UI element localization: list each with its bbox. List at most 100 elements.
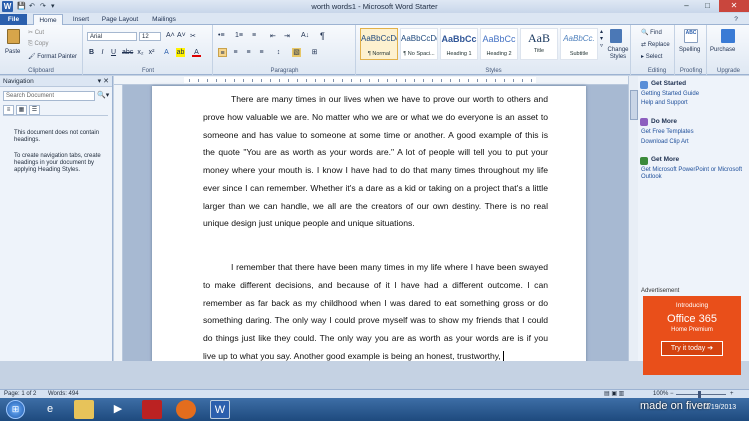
page-count[interactable]: Page: 1 of 2 <box>4 390 36 398</box>
clear-format-icon[interactable]: ✂ <box>190 32 196 40</box>
scrollbar-thumb[interactable] <box>630 90 638 120</box>
word-count[interactable]: Words: 494 <box>48 390 79 398</box>
paragraph-group-label: Paragraph <box>270 68 299 74</box>
clipboard-group-label: Clipboard <box>28 68 54 74</box>
vertical-scrollbar[interactable] <box>628 76 638 361</box>
style-subtitle[interactable]: AaBbCc. Subtitle <box>560 28 598 60</box>
find-button[interactable]: 🔍 Find <box>641 29 662 36</box>
subscript-button[interactable]: x₂ <box>136 48 145 57</box>
view-buttons-icon[interactable]: ▤ ▣ ▥ <box>604 390 624 398</box>
style-heading-1[interactable]: AaBbCc Heading 1 <box>440 28 478 60</box>
multilevel-list-icon[interactable]: ≡ <box>252 32 256 39</box>
font-color-icon[interactable]: A <box>192 48 201 57</box>
select-button[interactable]: ▸ Select <box>641 53 662 60</box>
clip-art-link[interactable]: Download Clip Art <box>641 139 747 146</box>
line-spacing-icon[interactable]: ↕ <box>274 48 283 57</box>
format-painter-button[interactable]: 🖌 Format Painter <box>28 53 77 60</box>
zoom-in-icon[interactable]: + <box>730 390 734 398</box>
document-page[interactable]: There are many times in our lives when w… <box>152 86 586 361</box>
shrink-font-icon[interactable]: A˅ <box>177 32 186 39</box>
numbering-icon[interactable]: 1≡ <box>235 32 243 39</box>
search-icon[interactable]: 🔍▾ <box>97 91 109 99</box>
style-heading-2[interactable]: AaBbCc Heading 2 <box>480 28 518 60</box>
replace-button[interactable]: ⇄ Replace <box>641 41 670 48</box>
close-button[interactable]: ✕ <box>719 0 749 12</box>
firefox-icon[interactable] <box>176 400 196 419</box>
superscript-button[interactable]: x² <box>147 48 156 57</box>
tab-insert[interactable]: Insert <box>67 14 95 25</box>
font-name-select[interactable]: Arial <box>87 32 137 41</box>
results-tab-icon[interactable]: ☰ <box>29 105 40 115</box>
zoom-out-icon[interactable]: − <box>670 390 674 398</box>
maximize-button[interactable]: □ <box>697 0 718 12</box>
file-explorer-icon[interactable] <box>74 400 94 419</box>
bold-button[interactable]: B <box>87 48 96 57</box>
style-title-preview: AaB <box>528 31 550 43</box>
show-formatting-icon[interactable]: ¶ <box>320 31 325 41</box>
help-support-link[interactable]: Help and Support <box>641 100 747 107</box>
headings-tab-icon[interactable]: ≡ <box>3 105 14 115</box>
text-effects-icon[interactable]: A <box>162 48 171 57</box>
media-player-icon[interactable]: ▶ <box>108 400 128 419</box>
decrease-indent-icon[interactable]: ⇤ <box>270 32 276 40</box>
align-center-icon[interactable]: ≡ <box>231 48 240 57</box>
office-365-ad[interactable]: Introducing Office 365 Home Premium Try … <box>643 296 741 375</box>
copy-button[interactable]: ⎘ Copy <box>28 41 48 48</box>
getting-started-guide-link[interactable]: Getting Started Guide <box>641 91 747 98</box>
photo-app-icon[interactable] <box>142 400 162 419</box>
cut-label: Cut <box>34 30 45 36</box>
word-taskbar-icon[interactable]: W <box>210 400 230 419</box>
horizontal-ruler[interactable] <box>114 76 628 85</box>
underline-button[interactable]: U <box>109 48 118 57</box>
paste-icon[interactable] <box>7 29 20 44</box>
free-templates-link[interactable]: Get Free Templates <box>641 129 747 136</box>
tab-home[interactable]: Home <box>33 14 63 25</box>
cut-button[interactable]: ✂ Cut <box>28 29 44 36</box>
highlight-icon[interactable]: ab <box>176 48 185 57</box>
style-title[interactable]: AaB Title <box>520 28 558 60</box>
borders-icon[interactable]: ⊞ <box>310 48 319 57</box>
grow-font-icon[interactable]: A˄ <box>166 32 175 39</box>
minimize-button[interactable]: – <box>676 0 697 12</box>
spelling-icon[interactable]: ABC <box>684 29 698 43</box>
powerpoint-outlook-link[interactable]: Get Microsoft PowerPoint or Microsoft Ou… <box>641 167 747 181</box>
change-styles-button[interactable]: Change Styles <box>606 47 630 61</box>
style-normal[interactable]: AaBbCcDc ¶ Normal <box>360 28 398 60</box>
ruler-tick <box>288 79 289 82</box>
increase-indent-icon[interactable]: ⇥ <box>284 32 290 40</box>
tab-file[interactable]: File <box>0 14 27 25</box>
sort-icon[interactable]: A↓ <box>301 32 309 39</box>
pages-tab-icon[interactable]: ▦ <box>16 105 27 115</box>
zoom-slider-knob[interactable] <box>698 391 701 398</box>
document-paragraph-1[interactable]: There are many times in our lives when w… <box>203 91 548 233</box>
start-button[interactable]: ⊞ <box>6 400 25 419</box>
justify-icon[interactable]: ≡ <box>257 48 266 57</box>
spelling-button[interactable]: Spelling <box>679 47 700 53</box>
align-right-icon[interactable]: ≡ <box>244 48 253 57</box>
styles-scroll-icon[interactable]: ▴ ▾ ▿ <box>600 28 603 49</box>
style-title-label: Title <box>533 48 545 54</box>
search-document-input[interactable]: Search Document <box>3 91 95 101</box>
vertical-ruler[interactable] <box>114 85 123 361</box>
help-icon[interactable]: ? <box>731 14 741 25</box>
change-styles-icon[interactable] <box>610 29 622 43</box>
tab-page-layout[interactable]: Page Layout <box>98 14 142 25</box>
bullets-icon[interactable]: •≡ <box>218 32 225 39</box>
internet-explorer-icon[interactable]: e <box>40 400 60 419</box>
zoom-slider[interactable] <box>676 394 726 395</box>
zoom-level[interactable]: 100% <box>653 390 668 398</box>
shading-icon[interactable]: ▧ <box>292 48 301 57</box>
italic-button[interactable]: I <box>98 48 107 57</box>
ribbon-tabs: File Home Insert Page Layout Mailings ? <box>0 13 749 25</box>
document-paragraph-2[interactable]: I remember that there have been many tim… <box>203 259 548 361</box>
style-no-spacing[interactable]: AaBbCcDc ¶ No Spaci... <box>400 28 438 60</box>
purchase-button[interactable]: Purchase <box>710 47 735 53</box>
tab-mailings[interactable]: Mailings <box>146 14 182 25</box>
purchase-icon[interactable] <box>721 29 735 43</box>
close-navigation-icon[interactable]: ▾ ✕ <box>98 76 109 87</box>
strikethrough-button[interactable]: abc <box>122 48 133 57</box>
paste-button[interactable]: Paste <box>5 49 20 55</box>
try-it-today-button[interactable]: Try it today ➔ <box>661 341 723 356</box>
font-size-select[interactable]: 12 <box>139 32 161 41</box>
align-left-icon[interactable]: ≡ <box>218 48 227 57</box>
